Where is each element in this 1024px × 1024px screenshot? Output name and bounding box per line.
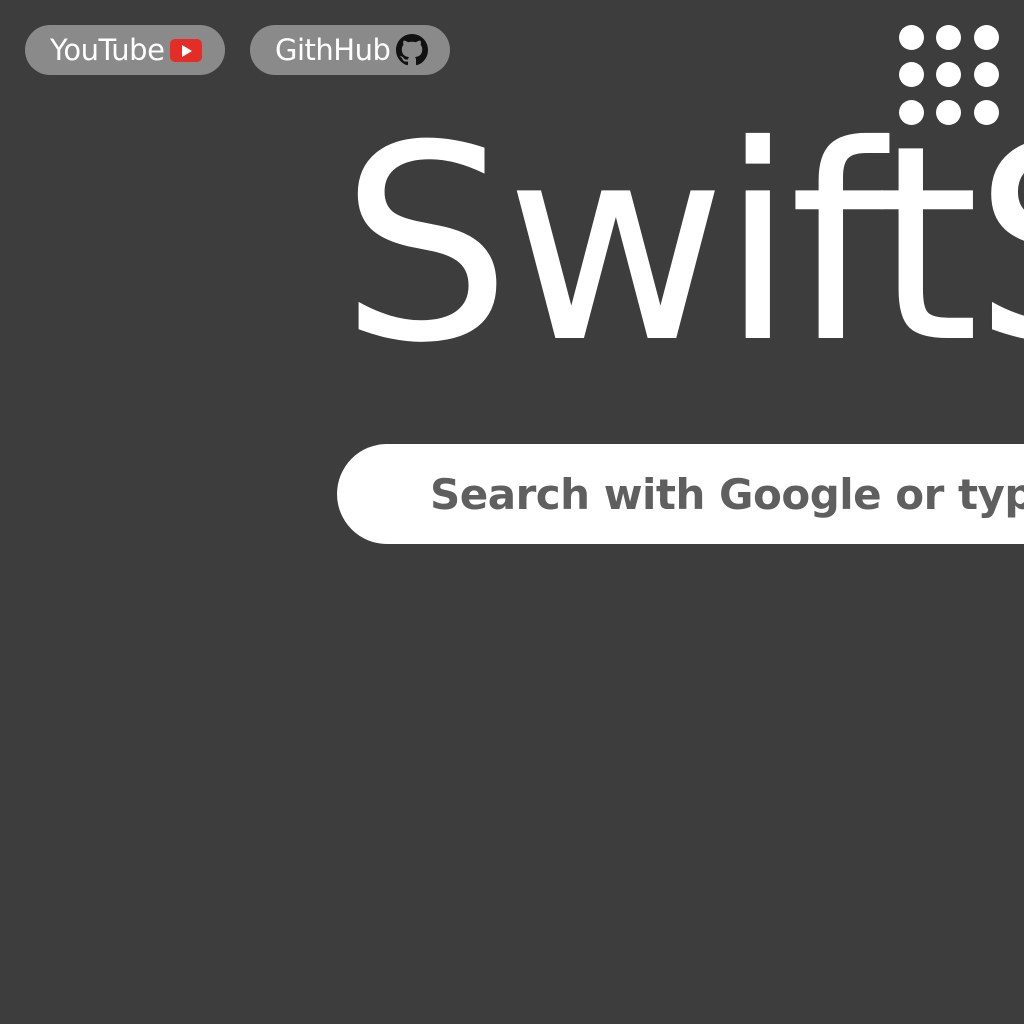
apps-dot — [899, 25, 924, 50]
search-input[interactable] — [430, 469, 1024, 519]
logo-title: SwiftS — [340, 87, 1024, 402]
apps-dot — [974, 25, 999, 50]
new-tab-page: YouTube GithHub Swift S — [0, 0, 1024, 1024]
github-icon — [396, 34, 429, 66]
apps-dot — [899, 62, 924, 87]
apps-dot — [936, 25, 961, 50]
apps-dot — [974, 62, 999, 87]
youtube-link[interactable]: YouTube — [25, 25, 225, 75]
github-link[interactable]: GithHub — [250, 25, 450, 75]
apps-dot — [936, 62, 961, 87]
github-link-label: GithHub — [275, 33, 391, 67]
youtube-icon — [170, 38, 203, 62]
youtube-link-label: YouTube — [50, 33, 165, 67]
search-bar[interactable] — [337, 444, 1024, 544]
